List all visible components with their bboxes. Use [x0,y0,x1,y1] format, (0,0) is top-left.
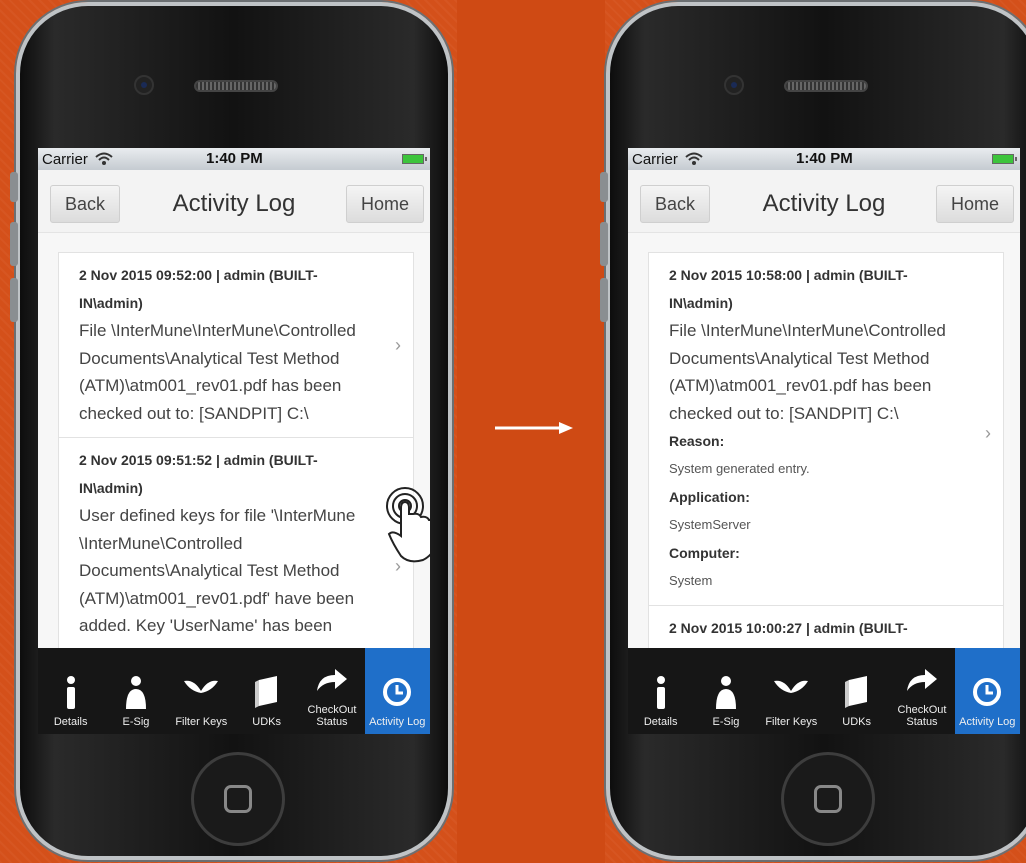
application-value: SystemServer [669,517,751,532]
tab-udks[interactable]: UDKs [234,648,299,734]
tab-bar: Details E-Sig Filter Keys UDKs CheckOut … [38,648,430,734]
wifi-icon [95,152,113,165]
list-item[interactable]: 2 Nov 2015 10:00:27 | admin (BUILT- [649,606,1003,653]
person-icon [714,672,738,712]
tab-bar: Details E-Sig Filter Keys UDKs CheckOut … [628,648,1020,734]
tab-label: Details [53,716,88,728]
entry-meta: 2 Nov 2015 10:00:27 | admin (BUILT- [669,620,908,636]
tab-label: Activity Log [369,716,426,728]
info-icon [654,672,668,712]
book-icon [843,672,871,712]
status-bar: Carrier 1:40 PM [38,148,430,170]
front-camera [724,75,744,95]
status-time: 1:40 PM [206,150,263,167]
filter-icon [184,672,219,712]
volume-down-button [600,278,608,322]
tab-label: UDKs [252,716,282,728]
entry-meta: 2 Nov 2015 09:52:00 | admin (BUILT-IN\ad… [79,267,318,311]
home-button[interactable]: Home [346,185,424,223]
mute-switch [600,172,608,202]
person-icon [124,672,148,712]
computer-value: System [669,573,713,588]
tab-activity-log[interactable]: Activity Log [954,648,1020,734]
clock-icon [972,672,1002,712]
filter-icon [774,672,809,712]
share-icon [905,660,939,700]
tab-label: CheckOut Status [897,704,947,728]
tab-esig[interactable]: E-Sig [103,648,168,734]
header-bar: Back Activity Log Home [628,170,1020,233]
tab-udks[interactable]: UDKs [824,648,889,734]
wifi-icon [685,152,703,165]
battery-icon [402,154,427,164]
tab-label: E-Sig [712,716,740,728]
application-label: Application: [669,489,750,505]
tab-label: Filter Keys [175,716,228,728]
chevron-right-icon: › [395,335,401,355]
carrier-label: Carrier [42,150,88,168]
book-icon [253,672,281,712]
hardware-home-button[interactable] [781,752,875,846]
info-icon [64,672,78,712]
entry-meta: 2 Nov 2015 09:51:52 | admin (BUILT-IN\ad… [79,452,318,496]
front-camera [134,75,154,95]
status-bar: Carrier 1:40 PM [628,148,1020,170]
computer-label: Computer: [669,545,740,561]
chevron-right-icon: › [985,423,991,443]
list-item-expanded[interactable]: 2 Nov 2015 10:58:00 | admin (BUILT-IN\ad… [649,253,1003,606]
tab-checkout-status[interactable]: CheckOut Status [299,648,364,734]
entry-message: File \InterMune\InterMune\Controlled Doc… [669,321,946,423]
tab-details[interactable]: Details [628,648,693,734]
transition-arrow-icon [495,422,573,434]
tab-label: Filter Keys [765,716,818,728]
screen: Carrier 1:40 PM Back Activity Log Home 2… [38,148,430,734]
tab-activity-log[interactable]: Activity Log [364,648,430,734]
reason-label: Reason: [669,433,725,449]
carrier-label: Carrier [632,150,678,168]
entry-meta: 2 Nov 2015 10:58:00 | admin (BUILT-IN\ad… [669,267,908,311]
tab-filter-keys[interactable]: Filter Keys [169,648,234,734]
earpiece-speaker [784,80,868,92]
tab-checkout-status[interactable]: CheckOut Status [889,648,954,734]
list-item[interactable]: 2 Nov 2015 09:51:52 | admin (BUILT-IN\ad… [59,438,413,651]
activity-list: 2 Nov 2015 09:52:00 | admin (BUILT-IN\ad… [58,252,414,652]
entry-message: File \InterMune\InterMune\Controlled Doc… [79,321,356,423]
battery-icon [992,154,1017,164]
earpiece-speaker [194,80,278,92]
volume-up-button [600,222,608,266]
tab-label: CheckOut Status [307,704,357,728]
screen: Carrier 1:40 PM Back Activity Log Home 2… [628,148,1020,734]
activity-list: 2 Nov 2015 10:58:00 | admin (BUILT-IN\ad… [648,252,1004,654]
status-time: 1:40 PM [796,150,853,167]
reason-value: System generated entry. [669,461,810,476]
volume-down-button [10,278,18,322]
share-icon [315,660,349,700]
hardware-home-button[interactable] [191,752,285,846]
home-button[interactable]: Home [936,185,1014,223]
tab-details[interactable]: Details [38,648,103,734]
list-item[interactable]: 2 Nov 2015 09:52:00 | admin (BUILT-IN\ad… [59,253,413,438]
clock-icon [382,672,412,712]
tab-esig[interactable]: E-Sig [693,648,758,734]
tap-hand-icon [386,487,430,563]
phone-after: Carrier 1:40 PM Back Activity Log Home 2… [600,2,1026,862]
mute-switch [10,172,18,202]
tab-label: UDKs [842,716,872,728]
tab-label: Details [643,716,678,728]
tab-label: E-Sig [122,716,150,728]
tab-label: Activity Log [959,716,1016,728]
phone-before: Carrier 1:40 PM Back Activity Log Home 2… [10,2,456,862]
header-bar: Back Activity Log Home [38,170,430,233]
tab-filter-keys[interactable]: Filter Keys [759,648,824,734]
volume-up-button [10,222,18,266]
entry-message: User defined keys for file '\InterMune \… [79,506,356,635]
